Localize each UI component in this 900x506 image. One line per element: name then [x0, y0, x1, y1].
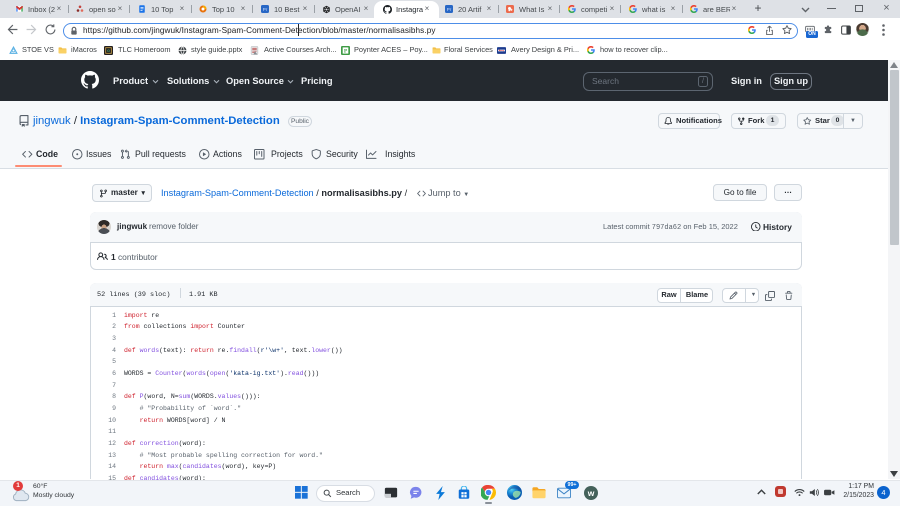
svg-text:P: P [344, 48, 347, 54]
svg-text:G: G [107, 48, 110, 53]
svg-text:Pr: Pr [262, 7, 267, 12]
svg-text:Pr: Pr [447, 7, 452, 12]
